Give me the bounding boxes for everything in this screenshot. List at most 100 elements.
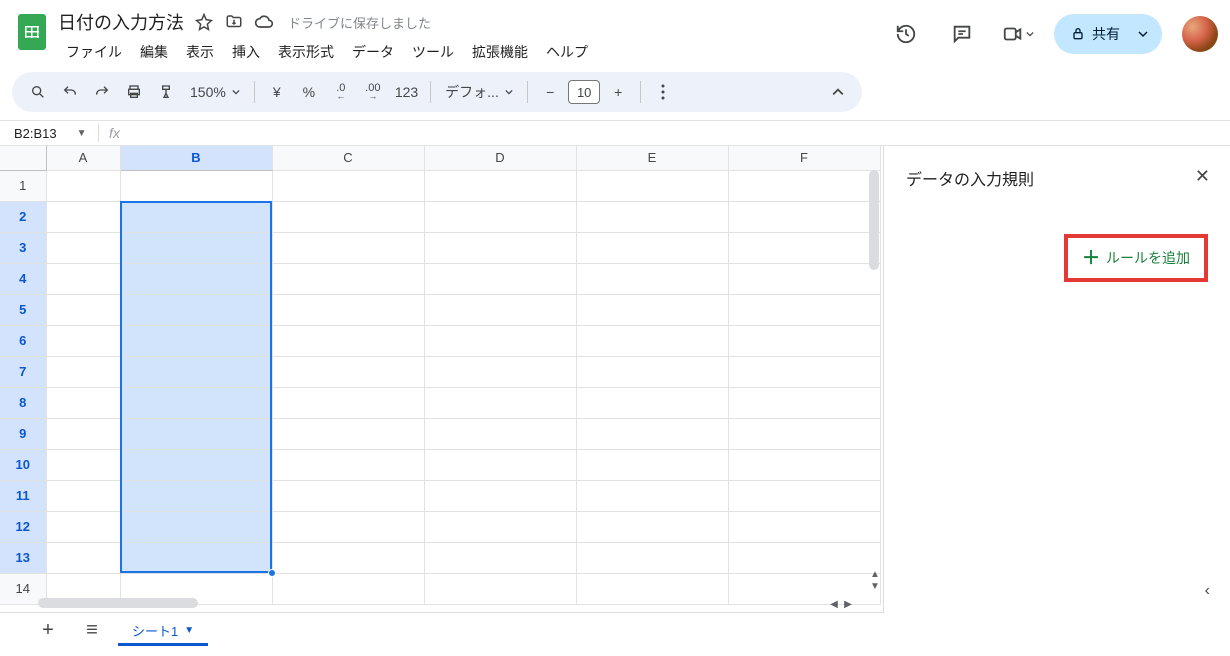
cell-F4[interactable]: [728, 263, 880, 294]
share-dropdown-icon[interactable]: [1128, 19, 1158, 49]
cell-C2[interactable]: [272, 201, 424, 232]
cell-D13[interactable]: [424, 542, 576, 573]
cell-C12[interactable]: [272, 511, 424, 542]
sheet-tab-dropdown-icon[interactable]: ▼: [184, 625, 194, 636]
cell-B5[interactable]: [120, 294, 272, 325]
currency-button[interactable]: ¥: [263, 78, 291, 106]
font-size-input[interactable]: 10: [568, 80, 600, 104]
cell-B9[interactable]: [120, 418, 272, 449]
cell-D3[interactable]: [424, 232, 576, 263]
cell-A4[interactable]: [46, 263, 120, 294]
cell-D6[interactable]: [424, 325, 576, 356]
cell-C1[interactable]: [272, 170, 424, 201]
menu-data[interactable]: データ: [344, 38, 402, 66]
cell-A10[interactable]: [46, 449, 120, 480]
cell-B12[interactable]: [120, 511, 272, 542]
cell-C5[interactable]: [272, 294, 424, 325]
font-size-decrease[interactable]: −: [536, 78, 564, 106]
menu-insert[interactable]: 挿入: [224, 38, 268, 66]
row-header-4[interactable]: 4: [0, 263, 46, 294]
column-header-F[interactable]: F: [728, 146, 880, 170]
cell-A3[interactable]: [46, 232, 120, 263]
cell-C6[interactable]: [272, 325, 424, 356]
cell-F3[interactable]: [728, 232, 880, 263]
cell-B11[interactable]: [120, 480, 272, 511]
add-sheet-button[interactable]: +: [30, 616, 66, 646]
cell-C3[interactable]: [272, 232, 424, 263]
cell-A9[interactable]: [46, 418, 120, 449]
row-header-6[interactable]: 6: [0, 325, 46, 356]
cell-A12[interactable]: [46, 511, 120, 542]
cell-F10[interactable]: [728, 449, 880, 480]
print-icon[interactable]: [120, 78, 148, 106]
menu-edit[interactable]: 編集: [132, 38, 176, 66]
account-avatar[interactable]: [1182, 16, 1218, 52]
cell-B3[interactable]: [120, 232, 272, 263]
row-header-2[interactable]: 2: [0, 201, 46, 232]
cell-D9[interactable]: [424, 418, 576, 449]
cell-D2[interactable]: [424, 201, 576, 232]
cell-D8[interactable]: [424, 387, 576, 418]
cell-E2[interactable]: [576, 201, 728, 232]
zoom-dropdown[interactable]: 150%: [184, 78, 246, 106]
add-rule-button[interactable]: ＋ ルールを追加: [1082, 248, 1190, 268]
cell-B8[interactable]: [120, 387, 272, 418]
cell-B4[interactable]: [120, 263, 272, 294]
cell-E9[interactable]: [576, 418, 728, 449]
cell-C7[interactable]: [272, 356, 424, 387]
cell-F5[interactable]: [728, 294, 880, 325]
cell-F11[interactable]: [728, 480, 880, 511]
collapse-side-panel-icon[interactable]: ‹: [1205, 582, 1210, 600]
move-icon[interactable]: [224, 12, 244, 32]
cell-E4[interactable]: [576, 263, 728, 294]
cell-F1[interactable]: [728, 170, 880, 201]
cell-E3[interactable]: [576, 232, 728, 263]
redo-icon[interactable]: [88, 78, 116, 106]
cell-B6[interactable]: [120, 325, 272, 356]
cell-D5[interactable]: [424, 294, 576, 325]
cell-F9[interactable]: [728, 418, 880, 449]
row-header-9[interactable]: 9: [0, 418, 46, 449]
cell-B13[interactable]: [120, 542, 272, 573]
font-size-increase[interactable]: +: [604, 78, 632, 106]
cell-A6[interactable]: [46, 325, 120, 356]
column-header-C[interactable]: C: [272, 146, 424, 170]
cell-C9[interactable]: [272, 418, 424, 449]
cell-F7[interactable]: [728, 356, 880, 387]
cell-D4[interactable]: [424, 263, 576, 294]
cell-E12[interactable]: [576, 511, 728, 542]
menu-extensions[interactable]: 拡張機能: [464, 38, 536, 66]
cell-B2[interactable]: [120, 201, 272, 232]
sheets-logo[interactable]: [12, 12, 52, 52]
paint-format-icon[interactable]: [152, 78, 180, 106]
cell-B7[interactable]: [120, 356, 272, 387]
cell-A13[interactable]: [46, 542, 120, 573]
cell-E10[interactable]: [576, 449, 728, 480]
cell-E7[interactable]: [576, 356, 728, 387]
cell-A1[interactable]: [46, 170, 120, 201]
menu-help[interactable]: ヘルプ: [538, 38, 596, 66]
cell-F13[interactable]: [728, 542, 880, 573]
column-header-A[interactable]: A: [46, 146, 120, 170]
all-sheets-button[interactable]: ≡: [74, 616, 110, 646]
cell-F6[interactable]: [728, 325, 880, 356]
cell-E8[interactable]: [576, 387, 728, 418]
spreadsheet-grid[interactable]: ABCDEF1234567891011121314 ▲ ▼ ◀ ▶: [0, 146, 884, 612]
cell-E6[interactable]: [576, 325, 728, 356]
cell-F2[interactable]: [728, 201, 880, 232]
name-box[interactable]: B2:B13 ▼: [0, 126, 98, 141]
cell-D12[interactable]: [424, 511, 576, 542]
cloud-status-icon[interactable]: [254, 12, 274, 32]
decrease-decimal-button[interactable]: .0←: [327, 78, 355, 106]
column-header-B[interactable]: B: [120, 146, 272, 170]
cell-C8[interactable]: [272, 387, 424, 418]
cell-A8[interactable]: [46, 387, 120, 418]
star-icon[interactable]: [194, 12, 214, 32]
percent-button[interactable]: %: [295, 78, 323, 106]
cell-F12[interactable]: [728, 511, 880, 542]
increase-decimal-button[interactable]: .00→: [359, 78, 387, 106]
sheet-tab-1[interactable]: シート1 ▼: [118, 616, 208, 646]
column-header-D[interactable]: D: [424, 146, 576, 170]
meet-icon[interactable]: [998, 14, 1038, 54]
menu-format[interactable]: 表示形式: [270, 38, 342, 66]
